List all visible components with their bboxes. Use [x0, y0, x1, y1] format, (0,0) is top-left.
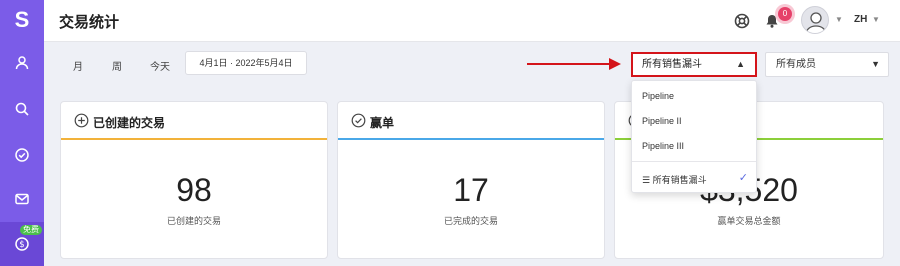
avatar[interactable] [801, 6, 829, 34]
period-month[interactable]: 月 [73, 58, 83, 73]
annotation-arrow-head [609, 58, 621, 70]
card-value: 17 [453, 172, 489, 208]
check-circle-icon [15, 148, 29, 162]
chevron-up-icon: ▲ [736, 59, 745, 69]
dropdown-option-all-pipelines[interactable]: ☰ 所有销售漏斗 [642, 173, 707, 186]
plus-circle-icon [74, 113, 89, 128]
page-title: 交易统计 [59, 14, 120, 31]
svg-text:$: $ [19, 240, 24, 250]
app-logo[interactable]: S [0, 6, 44, 34]
card-header: 已创建的交易 [61, 102, 327, 140]
user-avatar-icon [805, 12, 827, 33]
card-title: 赢单 [370, 116, 395, 130]
pipeline-select[interactable]: 所有销售漏斗 ▲ [631, 52, 757, 77]
card-value: 98 [176, 172, 212, 208]
list-icon: ☰ [642, 175, 653, 185]
sidebar-item-contacts[interactable] [0, 48, 44, 78]
dropdown-option-pipeline[interactable]: Pipeline [642, 91, 674, 101]
pipeline-dropdown-menu: Pipeline Pipeline II Pipeline III ☰ 所有销售… [631, 80, 757, 193]
avatar-chevron-down-icon[interactable]: ▼ [835, 15, 843, 24]
top-bar: 交易统计 0 ▼ ZH ▼ [44, 0, 900, 42]
check-circle-icon [351, 113, 366, 128]
period-today[interactable]: 今天 [150, 58, 170, 73]
dropdown-option-pipeline-iii[interactable]: Pipeline III [642, 141, 684, 151]
checkmark-icon: ✓ [738, 172, 748, 184]
dropdown-option-pipeline-ii[interactable]: Pipeline II [642, 116, 682, 126]
card-label: 赢单交易总金额 [717, 216, 781, 226]
mail-icon [15, 193, 29, 205]
card-created-deals: 已创建的交易 98 已创建的交易 [60, 101, 328, 259]
card-header: 赢单 [338, 102, 604, 140]
dropdown-divider [632, 161, 756, 162]
notification-count-badge: 0 [778, 7, 792, 21]
dollar-icon: $ [15, 237, 29, 251]
sidebar-item-search[interactable] [0, 94, 44, 124]
search-icon [15, 102, 29, 116]
card-label: 已创建的交易 [166, 216, 221, 226]
period-week[interactable]: 周 [112, 58, 122, 73]
language-chevron-down-icon[interactable]: ▼ [872, 15, 880, 24]
help-button[interactable] [732, 11, 752, 31]
dropdown-option-all-label: 所有销售漏斗 [652, 175, 707, 185]
annotation-arrow-line [527, 63, 611, 65]
sidebar-item-mail[interactable] [0, 184, 44, 214]
card-label: 已完成的交易 [443, 216, 498, 226]
sidebar: S $ 免费 [0, 0, 44, 266]
sidebar-item-tasks[interactable] [0, 140, 44, 170]
user-icon [15, 56, 29, 70]
chevron-down-icon: ▼ [871, 59, 880, 69]
pipeline-select-value: 所有销售漏斗 [642, 59, 702, 70]
date-range-picker[interactable]: 4月1日 · 2022年5月4日 [185, 51, 307, 75]
free-badge: 免费 [20, 225, 42, 235]
card-won-deals: 赢单 17 已完成的交易 [337, 101, 605, 259]
member-select[interactable]: 所有成员 ▼ [765, 52, 889, 77]
member-select-value: 所有成员 [776, 59, 816, 70]
lifebuoy-icon [734, 13, 750, 29]
card-title: 已创建的交易 [93, 116, 166, 130]
language-selector[interactable]: ZH [854, 14, 867, 25]
